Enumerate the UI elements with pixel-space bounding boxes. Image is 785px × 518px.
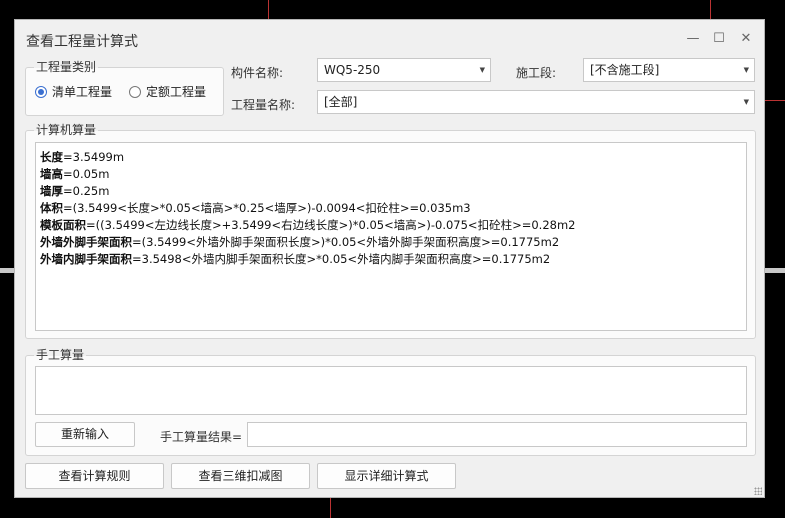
radio-bill-quantity[interactable]: 清单工程量 <box>35 83 112 100</box>
resize-grip-icon[interactable] <box>754 487 762 495</box>
radio-selected-icon <box>35 85 47 98</box>
quantity-type-group: 工程量类别 清单工程量 定额工程量 <box>25 59 224 116</box>
calc-line: 外墙内脚手架面积=3.5498<外墙内脚手架面积长度>*0.05<外墙内脚手架面… <box>40 252 551 266</box>
view-3d-deduction-button[interactable]: 查看三维扣减图 <box>171 463 310 489</box>
view-calc-rules-button[interactable]: 查看计算规则 <box>25 463 164 489</box>
calc-line: 模板面积=((3.5499<左边线长度>+3.5499<右边线长度>)*0.05… <box>40 218 576 232</box>
cad-background-line <box>765 268 785 273</box>
quantity-name-label: 工程量名称: <box>231 98 296 112</box>
computer-calc-textbox[interactable]: 长度=3.5499m 墙高=0.05m 墙厚=0.25m 体积=(3.5499<… <box>35 142 747 331</box>
show-detailed-formula-button[interactable]: 显示详细计算式 <box>317 463 456 489</box>
cad-background-line <box>765 100 785 101</box>
manual-calc-group: 手工算量 重新输入 手工算量结果= <box>25 347 756 456</box>
dialog-title: 查看工程量计算式 <box>26 34 138 50</box>
calc-line: 外墙外脚手架面积=(3.5499<外墙外脚手架面积长度>)*0.05<外墙外脚手… <box>40 235 560 249</box>
maximize-icon[interactable]: ☐ <box>709 29 729 49</box>
construction-section-select[interactable]: [不含施工段] ▼ <box>583 58 755 82</box>
manual-calc-label: 手工算量 <box>34 347 87 363</box>
radio-quota-quantity[interactable]: 定额工程量 <box>129 83 206 100</box>
calc-line: 墙厚=0.25m <box>40 184 110 198</box>
manual-result-field[interactable] <box>247 422 747 447</box>
quantity-formula-dialog: 查看工程量计算式 — ☐ ✕ 工程量类别 清单工程量 定额工程量 构件名称: W… <box>14 19 765 498</box>
calc-line: 墙高=0.05m <box>40 167 110 181</box>
cad-background-line <box>710 0 711 19</box>
quantity-name-select[interactable]: [全部] ▼ <box>317 90 755 114</box>
manual-result-label: 手工算量结果= <box>160 430 243 444</box>
chevron-down-icon: ▼ <box>743 66 749 74</box>
chevron-down-icon: ▼ <box>743 98 749 106</box>
radio-label: 定额工程量 <box>146 85 207 99</box>
construction-section-label: 施工段: <box>516 66 557 80</box>
calc-line: 体积=(3.5499<长度>*0.05<墙高>*0.25<墙厚>)-0.0094… <box>40 201 471 215</box>
component-name-select[interactable]: WQ5-250 ▼ <box>317 58 491 82</box>
quantity-type-label: 工程量类别 <box>34 59 99 75</box>
component-name-label: 构件名称: <box>231 66 284 80</box>
calc-line: 长度=3.5499m <box>40 150 125 164</box>
quantity-name-value: [全部] <box>324 95 358 109</box>
close-icon[interactable]: ✕ <box>736 29 756 49</box>
minimize-icon[interactable]: — <box>683 29 703 49</box>
radio-label: 清单工程量 <box>52 85 113 99</box>
manual-calc-input[interactable] <box>35 366 747 415</box>
construction-section-value: [不含施工段] <box>590 63 660 77</box>
cad-background-line <box>268 0 269 19</box>
chevron-down-icon: ▼ <box>479 66 485 74</box>
cad-background-line <box>0 268 14 273</box>
computer-calc-label: 计算机算量 <box>34 122 99 138</box>
radio-unselected-icon <box>129 85 141 98</box>
cad-background-line <box>330 498 331 518</box>
reenter-button[interactable]: 重新输入 <box>35 422 135 447</box>
computer-calc-group: 计算机算量 长度=3.5499m 墙高=0.05m 墙厚=0.25m 体积=(3… <box>25 122 756 339</box>
component-name-value: WQ5-250 <box>324 63 381 77</box>
